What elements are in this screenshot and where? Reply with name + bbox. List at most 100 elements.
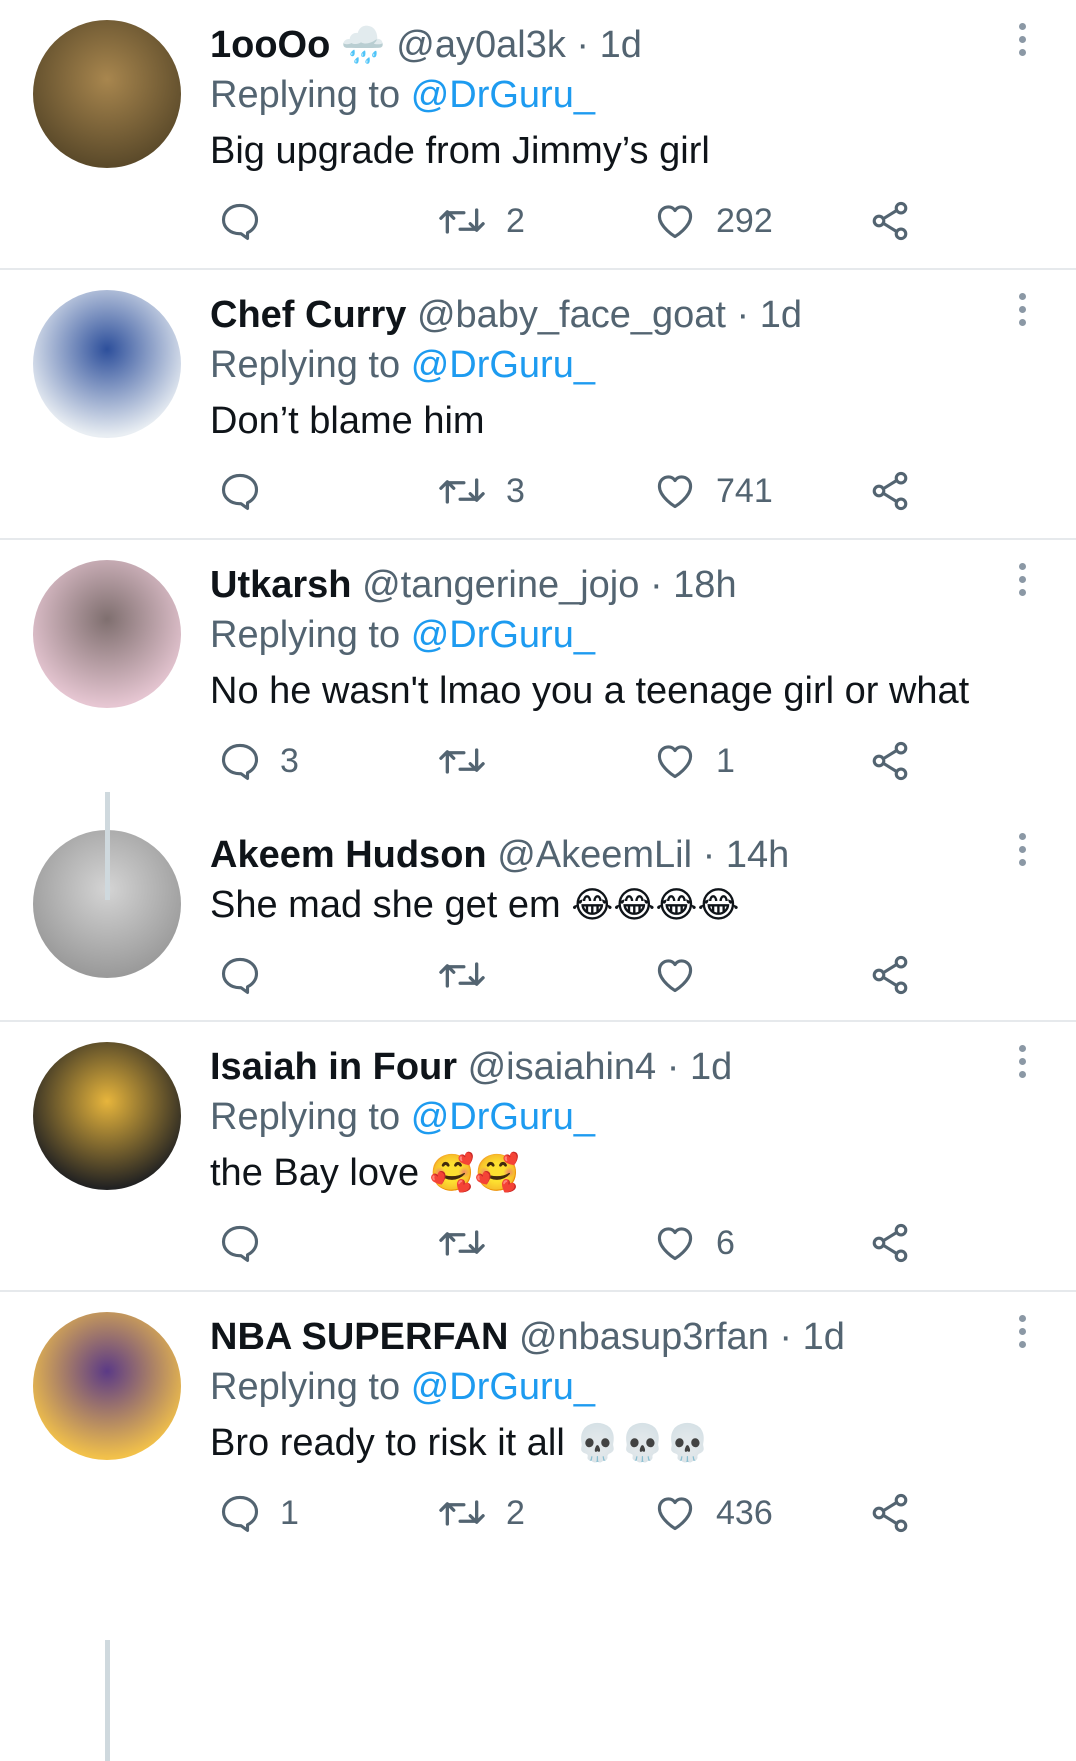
retweet-button[interactable]: 2 [436,1490,525,1536]
reply-icon [218,1221,262,1265]
avatar[interactable] [33,1312,181,1460]
reply-button[interactable] [218,198,262,244]
more-icon[interactable] [1010,560,1034,600]
tweet-time[interactable]: 1d [600,24,642,66]
author-name[interactable]: NBA SUPERFAN [210,1316,508,1358]
retweet-button[interactable] [436,1220,488,1266]
author-handle[interactable]: @nbasup3rfan [519,1316,769,1358]
divider [0,538,1076,540]
divider [0,268,1076,270]
thread-line [105,792,110,900]
tweet-header: Isaiah in Four @isaiahin4 · 1d [210,1044,732,1090]
author-name[interactable]: Isaiah in Four [210,1046,457,1088]
retweet-button[interactable]: 2 [436,198,525,244]
avatar[interactable] [33,290,181,438]
like-button[interactable] [652,952,698,998]
separator-dot: · [768,1316,803,1358]
tweet-card[interactable]: Chef Curry @baby_face_goat · 1d Replying … [0,270,1076,538]
share-button[interactable] [868,738,912,784]
tweet-time[interactable]: 18h [673,564,736,606]
author-handle[interactable]: @isaiahin4 [468,1046,657,1088]
replying-label: Replying to [210,74,401,116]
reply-button[interactable]: 1 [218,1490,299,1536]
tweet-time[interactable]: 14h [726,834,789,876]
replying-to-handle[interactable]: @DrGuru_ [411,74,595,116]
tweet-time[interactable]: 1d [803,1316,845,1358]
reply-button[interactable] [218,1220,262,1266]
divider [0,1020,1076,1022]
replying-label: Replying to [210,344,401,386]
tweet-header: Utkarsh @tangerine_jojo · 18h [210,562,737,608]
replying-to-handle[interactable]: @DrGuru_ [411,344,595,386]
replying-label: Replying to [210,614,401,656]
share-button[interactable] [868,1220,912,1266]
share-button[interactable] [868,468,912,514]
share-button[interactable] [868,1490,912,1536]
like-icon [652,953,698,997]
tweet-header: 1ooOo 🌧️ @ay0al3k · 1d [210,22,642,68]
tweet-card[interactable]: Isaiah in Four @isaiahin4 · 1d Replying t… [0,1022,1076,1290]
more-icon[interactable] [1010,290,1034,330]
share-button[interactable] [868,198,912,244]
like-button[interactable]: 741 [652,468,773,514]
avatar[interactable] [33,560,181,708]
like-button[interactable]: 292 [652,198,773,244]
replying-label: Replying to [210,1366,401,1408]
author-name[interactable]: Akeem Hudson [210,834,487,876]
author-name[interactable]: Chef Curry [210,294,406,336]
tweet-card[interactable]: Utkarsh @tangerine_jojo · 18h Replying to… [0,540,1076,810]
name-emoji: 🌧️ [340,24,386,65]
author-handle[interactable]: @ay0al3k [396,24,566,66]
more-icon[interactable] [1010,1042,1034,1082]
tweet-text: Big upgrade from Jimmy’s girl [210,128,710,174]
tweet-card[interactable]: NBA SUPERFAN @nbasup3rfan · 1d Replying t… [0,1292,1076,1560]
more-icon[interactable] [1010,20,1034,60]
author-handle[interactable]: @tangerine_jojo [362,564,639,606]
tweet-text-content: Don’t blame him [210,400,485,442]
reply-count: 1 [280,1493,299,1532]
like-button[interactable]: 436 [652,1490,773,1536]
like-count: 436 [716,1493,773,1532]
retweet-icon [436,469,488,513]
retweet-icon [436,1491,488,1535]
reply-icon [218,739,262,783]
retweet-count: 3 [506,471,525,510]
more-icon[interactable] [1010,830,1034,870]
tweet-emoji: 😂😂😂😂 [571,884,740,925]
retweet-button[interactable]: 3 [436,468,525,514]
replying-to: Replying to @DrGuru_ [210,342,595,388]
share-button[interactable] [868,952,912,998]
author-name[interactable]: Utkarsh [210,564,352,606]
reply-button[interactable] [218,952,262,998]
author-handle[interactable]: @baby_face_goat [417,294,726,336]
like-icon [652,1221,698,1265]
divider [0,1290,1076,1292]
avatar[interactable] [33,20,181,168]
reply-button[interactable] [218,468,262,514]
share-icon [868,1491,912,1535]
tweet-card[interactable]: 1ooOo 🌧️ @ay0al3k · 1d Replying to @DrGur… [0,0,1076,268]
replying-to-handle[interactable]: @DrGuru_ [411,614,595,656]
avatar[interactable] [33,1042,181,1190]
tweet-time[interactable]: 1d [690,1046,732,1088]
tweet-text-content: Big upgrade from Jimmy’s girl [210,130,710,172]
author-handle[interactable]: @AkeemLil [497,834,692,876]
author-name[interactable]: 1ooOo [210,24,330,66]
separator-dot: · [725,294,760,336]
replying-to: Replying to @DrGuru_ [210,72,595,118]
tweet-emoji: 🥰🥰 [429,1152,520,1193]
retweet-button[interactable] [436,738,488,784]
replying-to-handle[interactable]: @DrGuru_ [411,1366,595,1408]
replying-to: Replying to @DrGuru_ [210,1364,595,1410]
separator-dot: · [639,564,674,606]
share-icon [868,199,912,243]
more-icon[interactable] [1010,1312,1034,1352]
like-count: 292 [716,201,773,240]
retweet-button[interactable] [436,952,488,998]
tweet-card[interactable]: Akeem Hudson @AkeemLil · 14h She mad she … [0,810,1076,1022]
like-button[interactable]: 6 [652,1220,735,1266]
replying-to-handle[interactable]: @DrGuru_ [411,1096,595,1138]
reply-button[interactable]: 3 [218,738,299,784]
tweet-time[interactable]: 1d [760,294,802,336]
like-button[interactable]: 1 [652,738,735,784]
